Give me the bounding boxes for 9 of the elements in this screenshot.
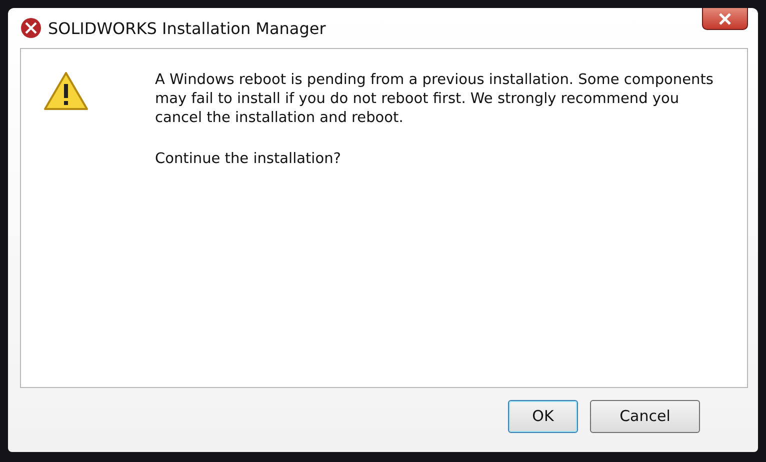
close-button[interactable]	[702, 8, 748, 30]
warning-message: A Windows reboot is pending from a previous installation. Some components may fail to install if you do not reboot first. We strongly recommend you cancel the installation and reboot.	[155, 71, 714, 128]
ok-button[interactable]: OK	[508, 400, 578, 432]
question-text: Continue the installation?	[155, 150, 342, 169]
app-logo-icon	[20, 17, 42, 39]
window-title: SOLIDWORKS Installation Manager	[48, 18, 326, 38]
warning-icon	[43, 71, 89, 111]
cancel-button[interactable]: Cancel	[590, 400, 700, 432]
close-icon	[718, 12, 732, 24]
